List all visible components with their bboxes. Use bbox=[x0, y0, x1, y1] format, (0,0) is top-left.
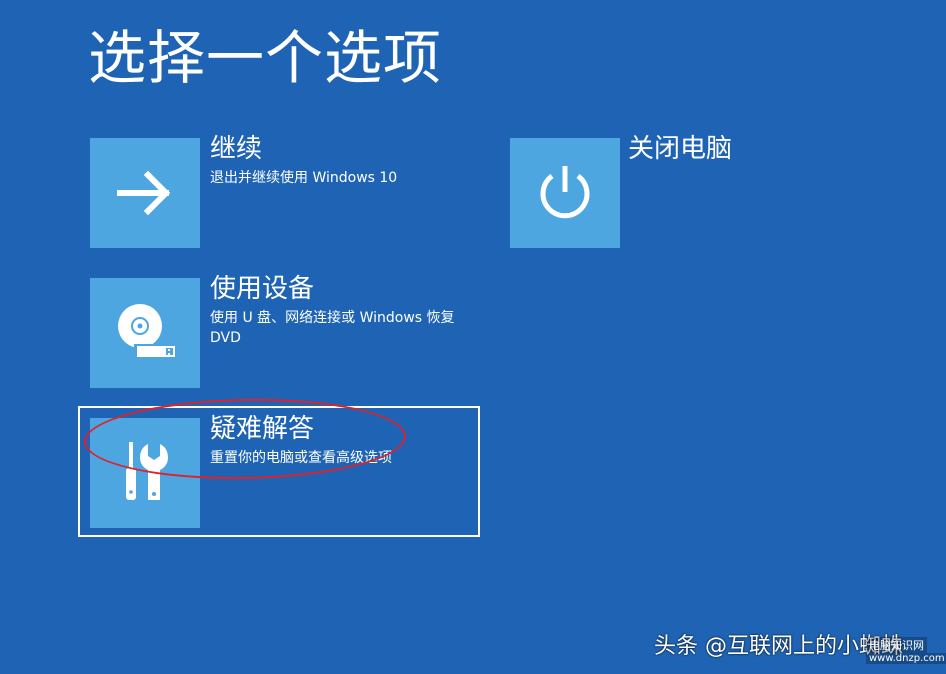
watermark-url: www.dnzp.com bbox=[866, 653, 946, 664]
continue-tile bbox=[90, 138, 200, 248]
option-shutdown[interactable]: 关闭电脑 bbox=[510, 134, 770, 248]
disc-usb-icon bbox=[118, 304, 175, 358]
use-device-title: 使用设备 bbox=[210, 274, 315, 304]
use-device-tile bbox=[90, 278, 200, 388]
continue-description: 退出并继续使用 Windows 10 bbox=[210, 170, 398, 186]
continue-title: 继续 bbox=[210, 134, 263, 164]
option-continue[interactable]: 继续 退出并继续使用 Windows 10 bbox=[90, 134, 420, 248]
arrow-right-icon bbox=[117, 170, 171, 216]
option-use-device[interactable]: 使用设备 使用 U 盘、网络连接或 Windows 恢复 DVD bbox=[90, 274, 460, 388]
page-title: 选择一个选项 bbox=[88, 24, 443, 92]
shutdown-tile bbox=[510, 138, 620, 248]
watermark-site: 电脑知识网 bbox=[866, 637, 927, 653]
power-icon bbox=[540, 166, 590, 219]
use-device-description: 使用 U 盘、网络连接或 Windows 恢复 DVD bbox=[210, 310, 455, 346]
shutdown-title: 关闭电脑 bbox=[628, 134, 733, 164]
